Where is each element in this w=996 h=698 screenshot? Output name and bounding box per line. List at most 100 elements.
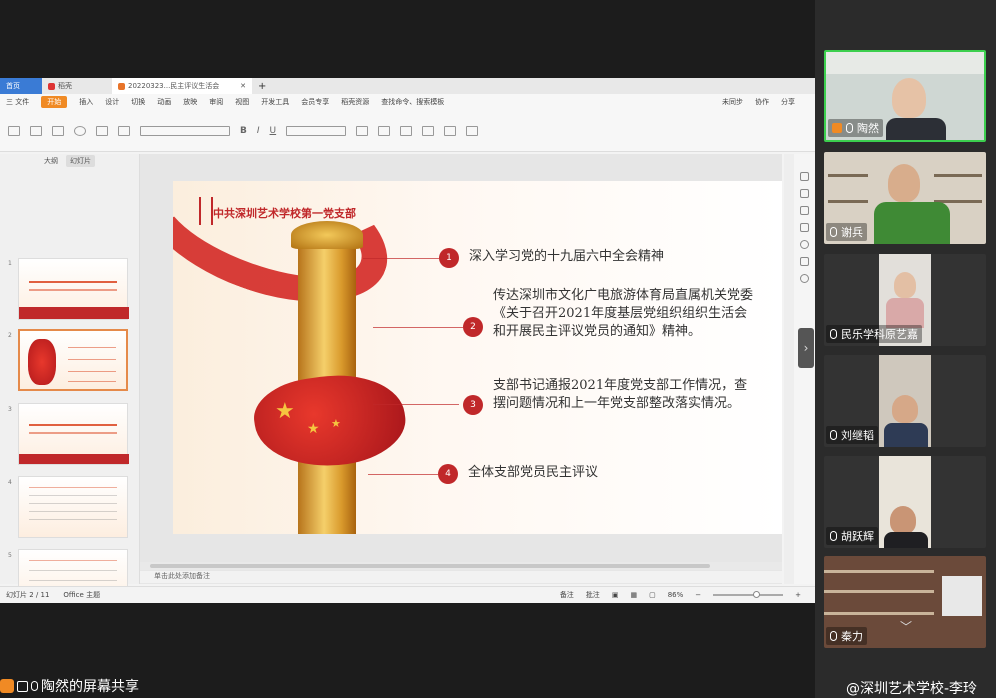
menu-transition[interactable]: 切换 [131,97,145,107]
vertical-scrollbar[interactable] [784,154,794,584]
right-tool-strip [794,154,815,584]
menu-bar: 三 文件 开始 插入 设计 切换 动画 放映 审阅 视图 开发工具 会员专享 稻… [0,94,815,110]
docer-icon [48,82,55,90]
tab-outline[interactable]: 大纲 [44,156,58,166]
zoom-level[interactable]: 86% [668,591,684,599]
copy-icon[interactable] [800,223,809,232]
thumb-number: 4 [8,479,12,486]
screen-share-area: 首页 稻壳 20220323...民主评议生活会 ✕ + 三 文件 开始 插入 设… [0,0,815,698]
menu-docer[interactable]: 稻壳资源 [341,97,369,107]
mic-icon [31,681,38,691]
watermark-text: @深圳艺术学校-李玲 [846,681,978,697]
new-tab-icon[interactable]: + [258,81,266,92]
video-tile[interactable]: 民乐学科原艺嘉 [824,254,986,346]
menu-insert[interactable]: 插入 [79,97,93,107]
video-tile[interactable]: 刘继韬 [824,355,986,447]
tab-docer[interactable]: 稻壳 [42,78,112,94]
sync-status[interactable]: 未同步 [722,97,743,107]
item-number: 3 [463,395,483,415]
zoom-out-icon[interactable]: − [695,591,701,599]
mic-icon [830,631,837,641]
new-slide-icon[interactable] [96,125,108,136]
menu-review[interactable]: 审阅 [209,97,223,107]
leader-line [368,474,438,475]
menu-design[interactable]: 设计 [105,97,119,107]
agenda-item-3: 3 支部书记通报2021年度党支部工作情况，查摆问题情况和上一年党支部整改落实情… [463,377,753,415]
font-select[interactable] [140,125,230,136]
slide-thumbnail-2[interactable] [18,329,128,391]
shape-icon[interactable] [378,125,391,136]
menu-slideshow[interactable]: 放映 [183,97,197,107]
zoom-slider[interactable] [713,591,784,598]
video-tile[interactable]: 谢兵 [824,152,986,244]
collapse-gallery-button[interactable]: › [798,328,814,368]
play-icon[interactable] [74,125,86,136]
command-search[interactable]: 查找命令、搜索模板 [381,97,444,107]
menu-start[interactable]: 开始 [41,96,68,108]
format-painter-icon[interactable] [52,125,64,136]
user-icon [0,679,14,693]
tab-document[interactable]: 20220323...民主评议生活会 ✕ [112,78,252,94]
align-icon[interactable] [286,125,347,136]
slide-counter: 幻灯片 2 / 11 [6,591,50,599]
menu-animation[interactable]: 动画 [157,97,171,107]
video-tile[interactable]: 胡跃辉 [824,456,986,548]
shape-tool-icon[interactable] [800,206,809,215]
item-text: 支部书记通报2021年度党支部工作情况，查摆问题情况和上一年党支部整改落实情况。 [493,378,748,411]
notes-toggle[interactable]: 备注 [560,590,574,600]
collaborate-button[interactable]: 协作 [755,97,769,107]
pin-icon[interactable] [800,172,809,181]
help-icon[interactable] [800,240,809,249]
location-icon[interactable] [800,274,809,283]
item-number: 1 [439,248,459,268]
slide-thumbnail-4[interactable] [18,476,128,538]
settings-icon[interactable] [800,189,809,198]
text-box-icon[interactable] [356,125,369,136]
participant-name: 胡跃辉 [826,527,878,545]
thumb-number: 1 [8,260,12,267]
italic-icon[interactable]: I [257,126,260,136]
close-icon[interactable]: ✕ [240,82,246,90]
menu-developer[interactable]: 开发工具 [261,97,289,107]
bold-icon[interactable]: B [240,126,247,136]
video-tile[interactable]: 陶然 [824,50,986,142]
tab-slides[interactable]: 幻灯片 [66,155,95,167]
reading-view-icon[interactable]: ▢ [649,591,656,599]
menu-file[interactable]: 三 文件 [6,97,29,107]
tab-home[interactable]: 首页 [0,78,42,94]
agenda-item-2: 2 传达深圳市文化广电旅游体育局直属机关党委《关于召开2021年度基层党组织组织… [463,287,753,341]
notes-pane[interactable]: 单击此处添加备注 [140,571,782,583]
arrange-icon[interactable] [422,125,435,136]
cut-icon[interactable] [30,125,42,136]
slide-thumbnail-3[interactable] [18,403,129,465]
scrollbar-thumb[interactable] [150,564,710,568]
pillar-cloud-image [291,221,363,249]
star-icon: ★ [307,421,320,437]
participant-name: 民乐学科原艺嘉 [826,325,922,343]
slide-thumbnail-1[interactable] [18,258,129,320]
paste-icon[interactable] [8,125,20,136]
normal-view-icon[interactable]: ▣ [612,591,619,599]
menu-view[interactable]: 视图 [235,97,249,107]
participant-name: 秦力 [826,627,867,645]
share-button[interactable]: 分享 [781,97,795,107]
chevron-down-icon[interactable]: ﹀ [900,618,912,635]
ppt-file-icon [118,82,125,90]
agenda-item-1: 1 深入学习党的十九届六中全会精神 [439,248,769,268]
comments-toggle[interactable]: 批注 [586,590,600,600]
sorter-view-icon[interactable]: ▦ [630,591,637,599]
underline-icon[interactable]: U [270,126,277,136]
picture-icon[interactable] [400,125,413,136]
mic-icon [830,531,837,541]
layout-icon[interactable] [118,125,130,136]
find-icon[interactable] [444,125,457,136]
tab-docer-label: 稻壳 [58,82,72,90]
thumb-number: 2 [8,332,12,339]
save-icon[interactable] [800,257,809,266]
zoom-slider-handle[interactable] [753,591,761,598]
current-slide[interactable]: 中共深圳艺术学校第一党支部 ★ ★ ★ 1 深入学习党的十九届六中全会精神 2 … [173,181,782,534]
zoom-in-icon[interactable]: + [795,591,801,599]
menu-member[interactable]: 会员专享 [301,97,329,107]
mic-icon [830,329,837,339]
select-icon[interactable] [466,125,479,136]
